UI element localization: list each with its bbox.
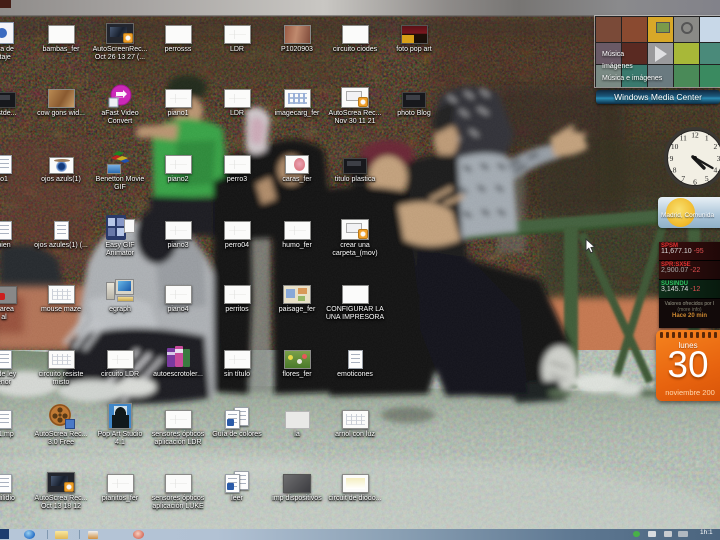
svg-text:5: 5: [705, 174, 709, 183]
svg-text:6: 6: [693, 177, 697, 186]
svg-text:4: 4: [713, 166, 717, 175]
svg-text:3: 3: [717, 154, 720, 163]
svg-text:10: 10: [671, 142, 679, 151]
svg-text:1: 1: [705, 133, 709, 142]
svg-text:2: 2: [713, 142, 717, 151]
svg-text:9: 9: [670, 154, 674, 163]
svg-text:12: 12: [691, 130, 699, 139]
svg-text:8: 8: [673, 166, 677, 175]
svg-text:11: 11: [680, 133, 687, 142]
svg-text:7: 7: [681, 174, 685, 183]
